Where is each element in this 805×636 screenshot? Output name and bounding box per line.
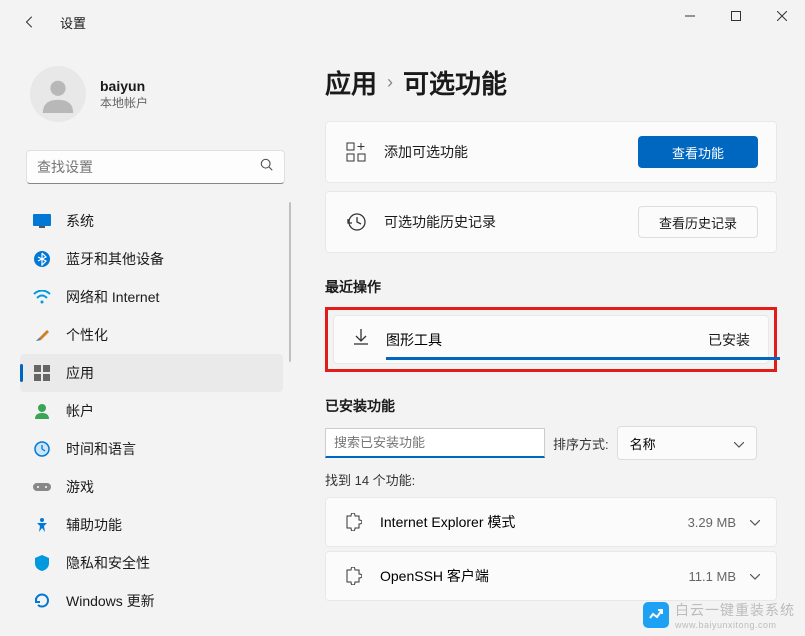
sidebar-scrollbar[interactable] — [289, 202, 291, 362]
sidebar-item-system[interactable]: 系统 — [20, 202, 283, 240]
feature-size: 11.1 MB — [689, 569, 736, 584]
sidebar-item-accessibility[interactable]: 辅助功能 — [20, 506, 283, 544]
sidebar-item-windows-update[interactable]: Windows 更新 — [20, 582, 283, 620]
feature-row[interactable]: OpenSSH 客户端 11.1 MB — [325, 551, 777, 601]
nav-label: 游戏 — [66, 477, 94, 497]
search-input[interactable] — [37, 159, 260, 175]
back-button[interactable] — [22, 14, 38, 30]
nav-label: 系统 — [66, 211, 94, 231]
bluetooth-icon — [32, 249, 52, 269]
recent-section-title: 最近操作 — [325, 277, 777, 297]
chevron-down-icon — [750, 567, 760, 585]
watermark-url: www.baiyunxitong.com — [675, 620, 795, 630]
apps-icon — [32, 363, 52, 383]
view-history-button[interactable]: 查看历史记录 — [638, 206, 758, 238]
download-icon — [352, 328, 370, 351]
watermark-text: 白云一键重装系统 — [675, 600, 795, 620]
add-feature-card: 添加可选功能 查看功能 — [325, 121, 777, 183]
user-name: baiyun — [100, 78, 148, 94]
sidebar-item-privacy[interactable]: 隐私和安全性 — [20, 544, 283, 582]
user-subtitle: 本地帐户 — [100, 94, 148, 111]
paintbrush-icon — [32, 325, 52, 345]
sidebar-item-apps[interactable]: 应用 — [20, 354, 283, 392]
chevron-right-icon: › — [387, 72, 393, 93]
found-count: 找到 14 个功能: — [325, 470, 777, 489]
nav-label: Windows 更新 — [66, 591, 155, 611]
breadcrumb-current: 可选功能 — [403, 64, 507, 101]
update-icon — [32, 591, 52, 611]
nav-label: 帐户 — [66, 401, 94, 421]
accessibility-icon — [32, 515, 52, 535]
chevron-down-icon — [734, 436, 744, 451]
close-button[interactable] — [759, 0, 805, 32]
watermark: 白云一键重装系统 www.baiyunxitong.com — [643, 600, 795, 630]
search-box[interactable] — [26, 150, 285, 184]
sidebar-item-accounts[interactable]: 帐户 — [20, 392, 283, 430]
history-icon — [344, 212, 368, 232]
app-title: 设置 — [60, 13, 86, 32]
installed-search-input[interactable] — [325, 428, 545, 458]
puzzle-icon — [342, 567, 364, 585]
nav-label: 蓝牙和其他设备 — [66, 249, 164, 269]
maximize-button[interactable] — [713, 0, 759, 32]
nav-label: 时间和语言 — [66, 439, 136, 459]
installed-section-title: 已安装功能 — [325, 396, 777, 416]
sidebar-item-gaming[interactable]: 游戏 — [20, 468, 283, 506]
avatar — [30, 66, 86, 122]
nav-label: 网络和 Internet — [66, 287, 159, 307]
sort-label: 排序方式: — [553, 434, 609, 453]
minimize-button[interactable] — [667, 0, 713, 32]
user-profile[interactable]: baiyun 本地帐户 — [20, 60, 305, 140]
feature-name: Internet Explorer 模式 — [380, 512, 688, 532]
system-icon — [32, 211, 52, 231]
wifi-icon — [32, 287, 52, 307]
nav-label: 隐私和安全性 — [66, 553, 150, 573]
breadcrumb-parent[interactable]: 应用 — [325, 64, 377, 101]
gamepad-icon — [32, 477, 52, 497]
recent-item[interactable]: 图形工具 已安装 — [333, 315, 769, 364]
sidebar-item-network[interactable]: 网络和 Internet — [20, 278, 283, 316]
person-icon — [32, 401, 52, 421]
sidebar-item-time-language[interactable]: 时间和语言 — [20, 430, 283, 468]
recent-item-name: 图形工具 — [386, 330, 708, 350]
watermark-logo-icon — [643, 602, 669, 628]
sort-value: 名称 — [630, 434, 656, 453]
search-icon — [260, 158, 274, 177]
history-card: 可选功能历史记录 查看历史记录 — [325, 191, 777, 253]
shield-icon — [32, 553, 52, 573]
puzzle-icon — [342, 513, 364, 531]
highlight-annotation: 图形工具 已安装 — [325, 307, 777, 372]
history-label: 可选功能历史记录 — [384, 212, 638, 232]
nav-label: 应用 — [66, 363, 94, 383]
clock-icon — [32, 439, 52, 459]
sidebar-item-personalization[interactable]: 个性化 — [20, 316, 283, 354]
recent-item-status: 已安装 — [708, 330, 750, 350]
view-features-button[interactable]: 查看功能 — [638, 136, 758, 168]
add-tile-icon — [344, 142, 368, 162]
feature-row[interactable]: Internet Explorer 模式 3.29 MB — [325, 497, 777, 547]
nav-label: 辅助功能 — [66, 515, 122, 535]
progress-bar — [386, 357, 780, 360]
nav-label: 个性化 — [66, 325, 108, 345]
breadcrumb: 应用 › 可选功能 — [325, 64, 777, 101]
chevron-down-icon — [750, 513, 760, 531]
sidebar-item-bluetooth[interactable]: 蓝牙和其他设备 — [20, 240, 283, 278]
sort-select[interactable]: 名称 — [617, 426, 757, 460]
feature-name: OpenSSH 客户端 — [380, 566, 689, 586]
feature-size: 3.29 MB — [688, 515, 736, 530]
add-feature-label: 添加可选功能 — [384, 142, 638, 162]
